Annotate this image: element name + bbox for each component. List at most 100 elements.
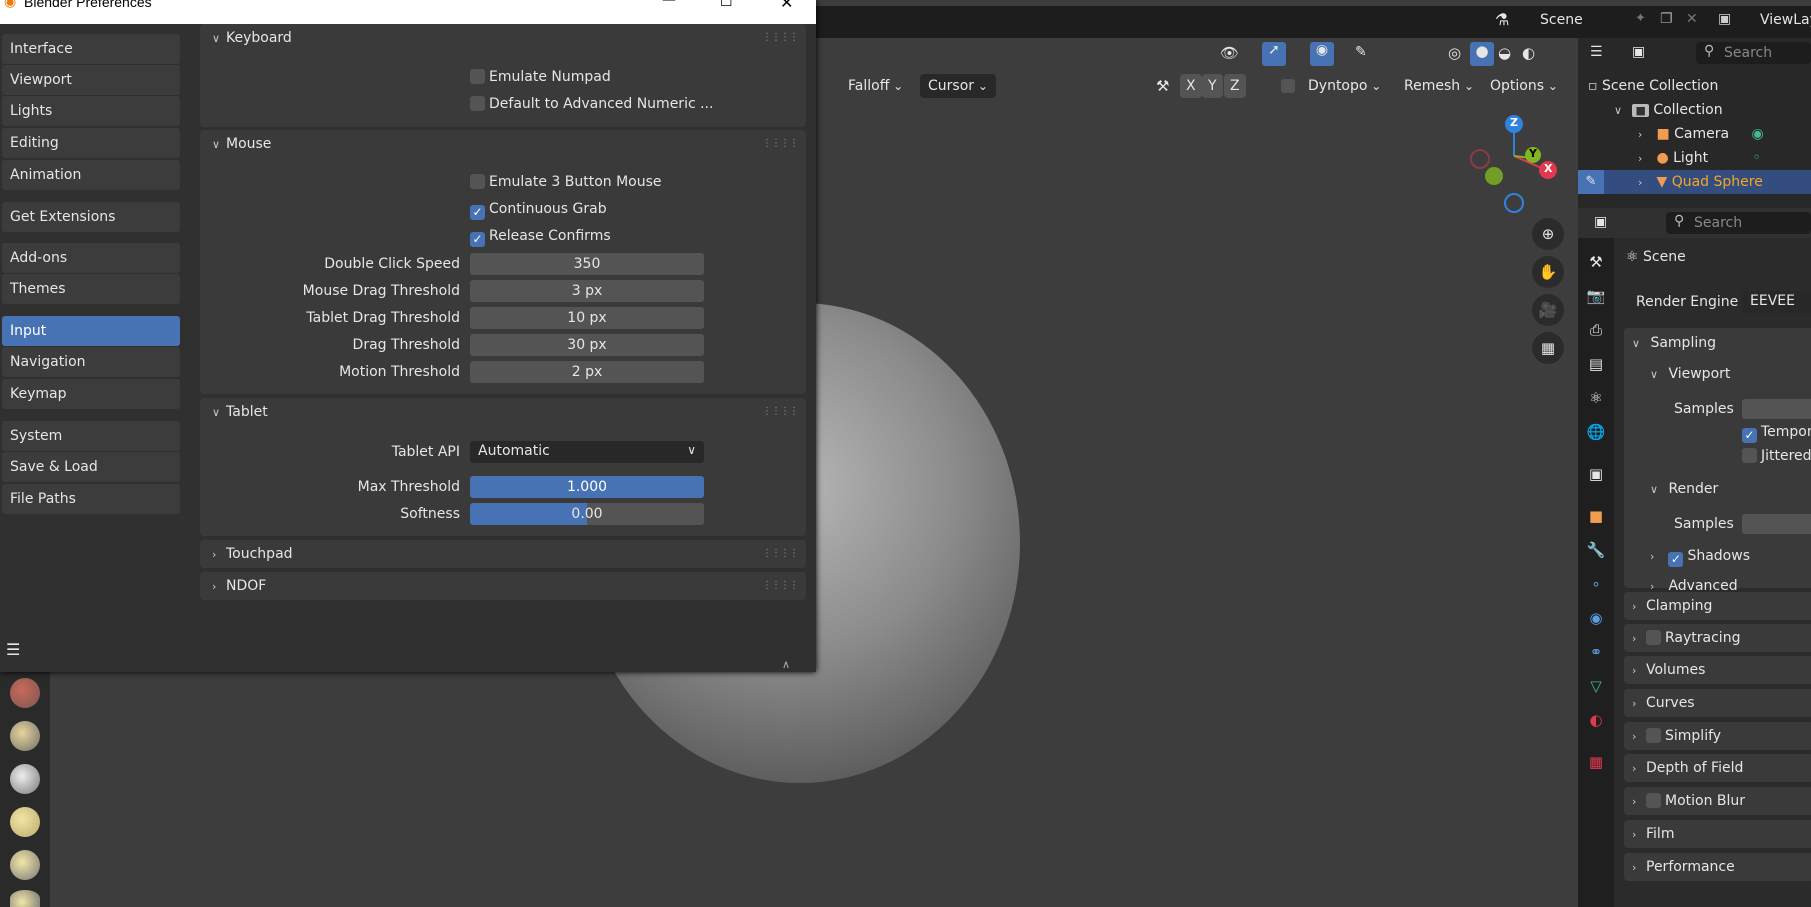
cursor-dropdown[interactable]: Cursor xyxy=(920,74,996,98)
navigation-gizmo[interactable]: Z X Y xyxy=(1460,110,1570,220)
release-confirms-checkbox[interactable]: ✓ Release Confirms xyxy=(470,225,611,247)
data-tab-icon[interactable]: ▽ xyxy=(1586,676,1606,696)
nav-navigation[interactable]: Navigation xyxy=(2,347,180,377)
hamburger-menu-icon[interactable]: ☰ xyxy=(6,640,20,659)
drag-grip-icon[interactable]: ⋮⋮⋮⋮ xyxy=(762,548,799,559)
scroll-up-icon[interactable]: ∧ xyxy=(782,658,790,671)
simplify-header[interactable]: › Simplify xyxy=(1632,722,1721,750)
draw-brush-icon[interactable] xyxy=(10,678,40,708)
chevron-down-icon[interactable]: ∨ xyxy=(1614,99,1628,123)
object-tab-icon[interactable]: ■ xyxy=(1586,506,1606,526)
physics-tab-icon[interactable]: ◉ xyxy=(1586,608,1606,628)
default-advanced-numeric-checkbox[interactable]: Default to Advanced Numeric ... xyxy=(470,93,713,115)
checkbox-unchecked-icon[interactable] xyxy=(1646,630,1661,645)
nav-system[interactable]: System xyxy=(2,421,180,451)
scene-tab-icon[interactable]: ⚛ xyxy=(1586,388,1606,408)
texture-tab-icon[interactable]: ▦ xyxy=(1586,752,1606,772)
nav-editing[interactable]: Editing xyxy=(2,128,180,158)
new-scene-icon[interactable]: ❐ xyxy=(1660,11,1673,27)
nav-interface[interactable]: Interface xyxy=(2,34,180,64)
double-click-speed-field[interactable]: 350 xyxy=(470,253,704,275)
outliner-search-field[interactable]: ⚲ Search xyxy=(1696,42,1811,64)
outliner-scene-collection[interactable]: ▫ Scene Collection xyxy=(1588,74,1718,98)
motion-threshold-field[interactable]: 2 px xyxy=(470,361,704,383)
nav-themes[interactable]: Themes xyxy=(2,274,180,304)
viewport-samples-field[interactable] xyxy=(1742,399,1811,419)
drag-grip-icon[interactable]: ⋮⋮⋮⋮ xyxy=(762,580,799,591)
raytracing-header[interactable]: › Raytracing xyxy=(1632,624,1740,652)
sampling-header[interactable]: ∨ Sampling xyxy=(1632,329,1716,357)
chevron-right-icon[interactable]: › xyxy=(1638,171,1652,195)
draw-sharp-brush-icon[interactable] xyxy=(10,721,40,751)
ndof-panel[interactable]: › NDOF ⋮⋮⋮⋮ xyxy=(200,572,806,600)
nav-keymap[interactable]: Keymap xyxy=(2,379,180,409)
world-tab-icon[interactable]: 🌐 xyxy=(1586,422,1606,442)
tablet-api-dropdown[interactable]: Automatic ∨ xyxy=(470,441,704,463)
xray-brush-icon[interactable]: ✎ xyxy=(1355,44,1367,60)
outliner-light[interactable]: › ● Light ◦ xyxy=(1638,146,1761,170)
inflate-brush-icon[interactable] xyxy=(10,850,40,880)
render-tab-icon[interactable]: 📷 xyxy=(1586,286,1606,306)
motion-blur-header[interactable]: › Motion Blur xyxy=(1632,787,1745,815)
nav-viewport[interactable]: Viewport xyxy=(2,65,180,95)
mouse-header[interactable]: ∨ Mouse xyxy=(212,136,271,152)
blob-brush-icon[interactable] xyxy=(10,890,40,907)
render-engine-dropdown[interactable]: EEVEE xyxy=(1742,291,1811,313)
properties-search-field[interactable]: ⚲ Search xyxy=(1666,212,1811,234)
max-threshold-slider[interactable]: 1.000 xyxy=(470,476,704,498)
scene-name[interactable]: Scene xyxy=(1540,12,1583,28)
symmetry-icon[interactable]: ⚒ xyxy=(1156,77,1169,95)
checkbox-unchecked-icon[interactable] xyxy=(1646,728,1661,743)
falloff-dropdown[interactable]: Falloff xyxy=(840,74,911,98)
drag-grip-icon[interactable]: ⋮⋮⋮⋮ xyxy=(762,406,799,417)
outliner-collection[interactable]: ∨ ■ Collection xyxy=(1614,98,1723,122)
render-subheader[interactable]: ∨ Render xyxy=(1650,475,1718,503)
tool-tab-icon[interactable]: ⚒ xyxy=(1586,252,1606,272)
outliner-camera[interactable]: › ■ Camera ◉ xyxy=(1638,122,1764,146)
modifier-tab-icon[interactable]: 🔧 xyxy=(1586,540,1606,560)
shadows-subheader[interactable]: › ✓ Shadows xyxy=(1650,542,1750,570)
symmetry-x-button[interactable]: X xyxy=(1180,74,1202,98)
depth-of-field-header[interactable]: › Depth of Field xyxy=(1632,754,1743,782)
chevron-right-icon[interactable]: › xyxy=(1638,147,1652,171)
material-tab-icon[interactable]: ◐ xyxy=(1586,710,1606,730)
mouse-drag-threshold-field[interactable]: 3 px xyxy=(470,280,704,302)
film-header[interactable]: › Film xyxy=(1632,820,1674,848)
pin-icon[interactable]: ✦ xyxy=(1635,11,1646,26)
nav-save-load[interactable]: Save & Load xyxy=(2,452,180,482)
drag-grip-icon[interactable]: ⋮⋮⋮⋮ xyxy=(762,32,799,43)
outliner-filter-icon[interactable]: ▣ xyxy=(1632,44,1645,60)
drag-grip-icon[interactable]: ⋮⋮⋮⋮ xyxy=(762,138,799,149)
clay-strips-brush-icon[interactable] xyxy=(10,807,40,837)
output-tab-icon[interactable]: ⎙ xyxy=(1586,320,1606,340)
render-samples-field[interactable] xyxy=(1742,514,1811,534)
zoom-icon[interactable]: ⊕ xyxy=(1532,218,1564,250)
rendered-shading-icon[interactable]: ◐ xyxy=(1522,44,1535,62)
collection-tab-icon[interactable]: ▣ xyxy=(1586,464,1606,484)
emulate-3-button-checkbox[interactable]: Emulate 3 Button Mouse xyxy=(470,171,662,193)
nav-add-ons[interactable]: Add-ons xyxy=(2,243,180,273)
curves-header[interactable]: › Curves xyxy=(1632,689,1695,717)
tablet-header[interactable]: ∨ Tablet xyxy=(212,404,268,420)
material-shading-icon[interactable]: ◒ xyxy=(1498,44,1511,62)
emulate-numpad-checkbox[interactable]: Emulate Numpad xyxy=(470,66,611,88)
symmetry-z-button[interactable]: Z xyxy=(1224,74,1246,98)
jittered-shadows-checkbox[interactable]: Jittered xyxy=(1742,442,1811,470)
outliner-display-mode-icon[interactable]: ☰ xyxy=(1590,44,1603,60)
camera-view-icon[interactable]: 🎥 xyxy=(1532,294,1564,326)
symmetry-y-button[interactable]: Y xyxy=(1202,74,1223,98)
view-layer-tab-icon[interactable]: ▤ xyxy=(1586,354,1606,374)
clamping-header[interactable]: › Clamping xyxy=(1632,592,1712,620)
nav-lights[interactable]: Lights xyxy=(2,96,180,126)
wireframe-shading-icon[interactable]: ◎ xyxy=(1448,44,1461,62)
ndof-header[interactable]: › NDOF xyxy=(212,578,266,594)
checkbox-unchecked-icon[interactable] xyxy=(1646,793,1661,808)
gizmo-toggle-icon[interactable]: ➚ xyxy=(1262,42,1286,66)
scene-selector-icon[interactable]: ⚗ xyxy=(1495,10,1509,29)
viewport-subheader[interactable]: ∨ Viewport xyxy=(1650,360,1730,388)
clay-brush-icon[interactable] xyxy=(10,764,40,794)
minimize-icon[interactable]: — xyxy=(662,0,676,8)
keyboard-header[interactable]: ∨ Keyboard xyxy=(212,30,292,46)
continuous-grab-checkbox[interactable]: ✓ Continuous Grab xyxy=(470,198,607,220)
maximize-icon[interactable]: ☐ xyxy=(720,0,733,10)
